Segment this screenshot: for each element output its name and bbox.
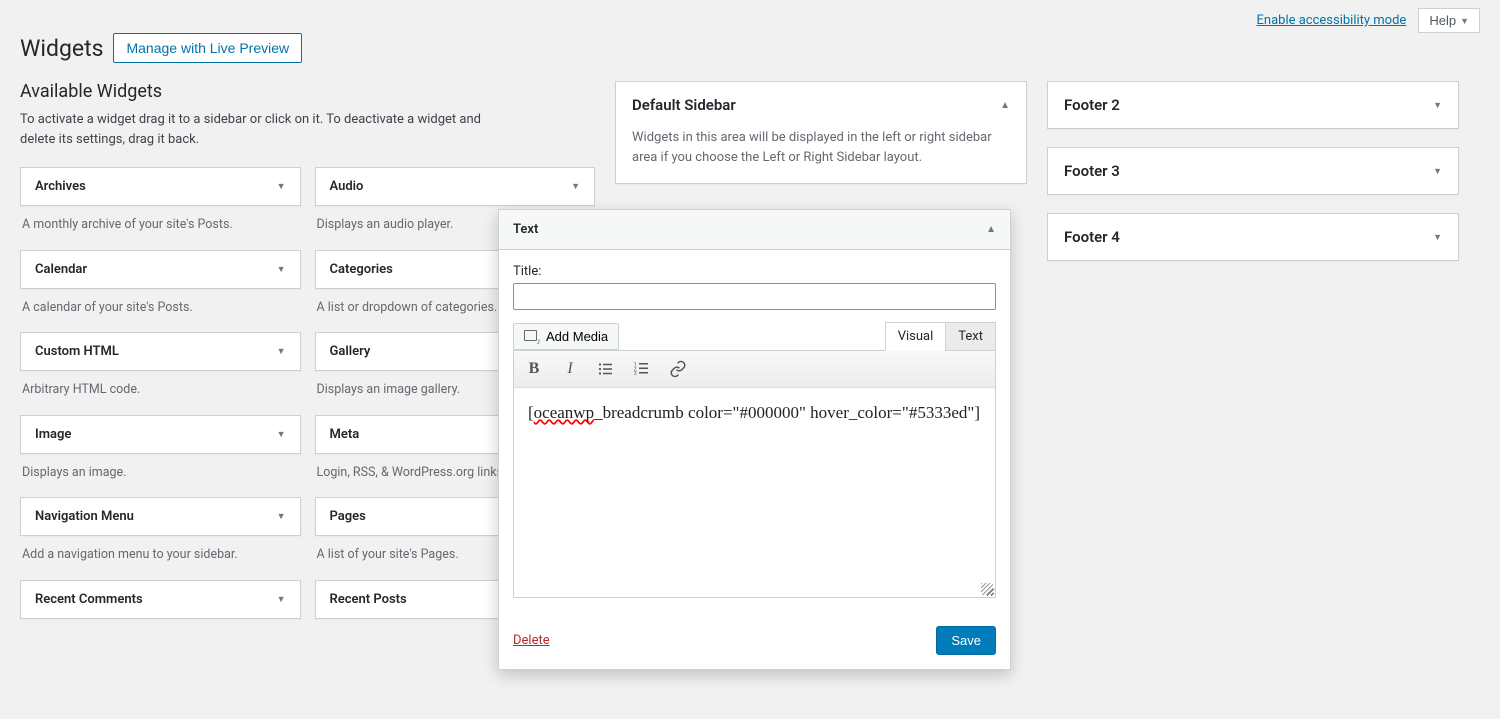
manage-live-preview-button[interactable]: Manage with Live Preview	[113, 33, 302, 63]
italic-button[interactable]: I	[558, 357, 582, 381]
default-sidebar-panel: Default Sidebar ▲ Widgets in this area w…	[615, 81, 1027, 184]
available-widget[interactable]: Image ▼	[20, 415, 301, 454]
widget-name: Calendar	[35, 262, 87, 277]
footer-area-panel[interactable]: Footer 4 ▼	[1047, 213, 1459, 261]
widget-name: Gallery	[330, 344, 371, 359]
default-sidebar-desc: Widgets in this area will be displayed i…	[616, 128, 1026, 183]
chevron-up-icon: ▲	[986, 224, 996, 235]
chevron-down-icon: ▼	[277, 264, 286, 275]
bold-button[interactable]: B	[522, 357, 546, 381]
widget-desc: A monthly archive of your site's Posts.	[20, 206, 301, 238]
add-media-label: Add Media	[546, 329, 608, 344]
footer-area-title: Footer 3	[1064, 162, 1120, 180]
available-widget[interactable]: Custom HTML ▼	[20, 332, 301, 371]
default-sidebar-header[interactable]: Default Sidebar ▲	[616, 82, 1026, 128]
widget-title-input[interactable]	[513, 283, 996, 310]
chevron-down-icon: ▼	[277, 181, 286, 192]
widget-desc: Displays an image.	[20, 454, 301, 486]
footer-area-title: Footer 4	[1064, 228, 1120, 246]
resize-handle[interactable]	[981, 583, 993, 595]
widget-name: Recent Comments	[35, 592, 143, 607]
visual-tab[interactable]: Visual	[885, 322, 947, 351]
widget-name: Navigation Menu	[35, 509, 134, 524]
available-widgets-desc: To activate a widget drag it to a sideba…	[20, 110, 500, 149]
widget-name: Custom HTML	[35, 344, 119, 359]
link-button[interactable]	[666, 357, 690, 381]
chevron-down-icon: ▼	[1433, 100, 1442, 111]
page-title: Widgets	[20, 35, 103, 62]
widget-name: Meta	[330, 427, 360, 442]
text-widget-editor: Text ▲ Title: Add Media Visual Text	[498, 209, 1011, 670]
widget-desc: A calendar of your site's Posts.	[20, 289, 301, 321]
widget-name: Audio	[330, 179, 364, 194]
available-widget[interactable]: Archives ▼	[20, 167, 301, 206]
chevron-down-icon: ▼	[1433, 232, 1442, 243]
widget-desc: Add a navigation menu to your sidebar.	[20, 536, 301, 568]
available-widget[interactable]: Navigation Menu ▼	[20, 497, 301, 536]
chevron-down-icon: ▼	[571, 181, 580, 192]
enable-accessibility-link[interactable]: Enable accessibility mode	[1257, 13, 1407, 28]
save-button[interactable]: Save	[936, 626, 996, 655]
numbered-list-button[interactable]: 123	[630, 357, 654, 381]
svg-text:3: 3	[634, 371, 637, 377]
widget-name: Image	[35, 427, 71, 442]
text-widget-header-label: Text	[513, 222, 538, 237]
delete-link[interactable]: Delete	[513, 633, 550, 648]
widget-desc: Arbitrary HTML code.	[20, 371, 301, 403]
footer-area-panel[interactable]: Footer 3 ▼	[1047, 147, 1459, 195]
add-media-button[interactable]: Add Media	[513, 323, 619, 350]
editor-content[interactable]: [oceanwp_breadcrumb color="#000000" hove…	[513, 388, 996, 598]
chevron-down-icon: ▼	[277, 594, 286, 605]
chevron-down-icon: ▼	[277, 429, 286, 440]
default-sidebar-title: Default Sidebar	[632, 96, 736, 114]
available-widget[interactable]: Audio ▼	[315, 167, 596, 206]
editor-toolbar: B I 123	[513, 350, 996, 388]
chevron-down-icon: ▼	[277, 511, 286, 522]
available-widgets-title: Available Widgets	[20, 81, 595, 102]
chevron-down-icon: ▼	[277, 346, 286, 357]
footer-area-title: Footer 2	[1064, 96, 1120, 114]
widget-name: Categories	[330, 262, 393, 277]
footer-area-panel[interactable]: Footer 2 ▼	[1047, 81, 1459, 129]
widget-name: Archives	[35, 179, 86, 194]
chevron-down-icon: ▼	[1460, 16, 1469, 26]
chevron-down-icon: ▼	[1433, 166, 1442, 177]
available-widget[interactable]: Recent Comments ▼	[20, 580, 301, 619]
text-widget-header[interactable]: Text ▲	[499, 210, 1010, 250]
media-icon	[524, 330, 540, 344]
widget-name: Pages	[330, 509, 366, 524]
available-widget[interactable]: Calendar ▼	[20, 250, 301, 289]
widget-name: Recent Posts	[330, 592, 407, 607]
bullet-list-button[interactable]	[594, 357, 618, 381]
help-label: Help	[1429, 13, 1456, 28]
text-tab[interactable]: Text	[945, 322, 996, 351]
chevron-up-icon: ▲	[1000, 100, 1010, 111]
help-button[interactable]: Help ▼	[1418, 8, 1480, 33]
title-label: Title:	[513, 264, 996, 279]
